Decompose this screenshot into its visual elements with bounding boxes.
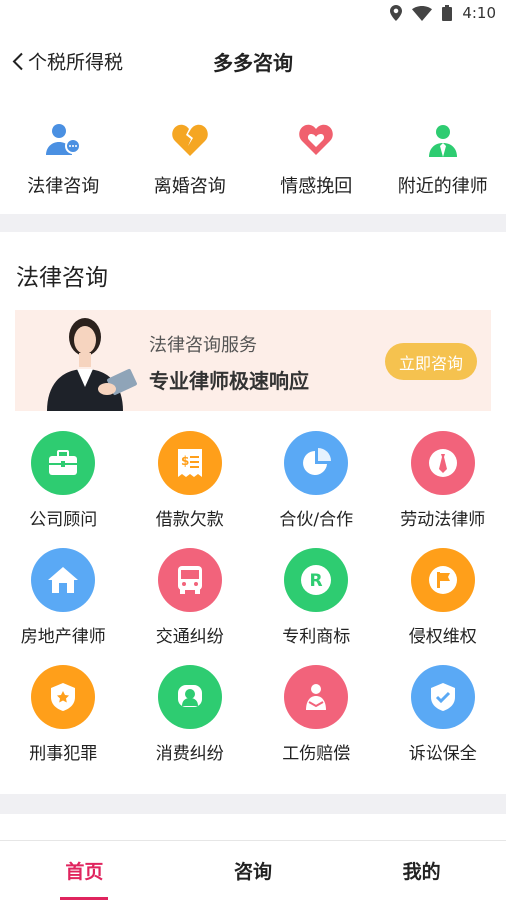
- status-time: 4:10: [462, 4, 496, 22]
- lawyer-person-icon: [421, 118, 465, 162]
- receipt-icon: $: [157, 431, 222, 495]
- service-label: 合伙/合作: [279, 510, 354, 530]
- briefcase-icon: [31, 431, 96, 495]
- service-label: 专利商标: [282, 627, 351, 647]
- service-criminal[interactable]: 刑事犯罪: [0, 665, 127, 782]
- nav-bar: 个税所得税 多多咨询: [0, 26, 506, 96]
- service-loan-debt[interactable]: $ 借款欠款: [127, 431, 254, 548]
- service-consumer[interactable]: 消费纠纷: [127, 665, 254, 782]
- registered-icon: R: [284, 548, 349, 612]
- banner-headline: 专业律师极速响应: [149, 369, 309, 393]
- back-button[interactable]: 个税所得税: [12, 48, 123, 75]
- tab-mine[interactable]: 我的: [337, 841, 506, 900]
- service-company-advisor[interactable]: 公司顾问: [0, 431, 127, 548]
- service-label: 劳动法律师: [400, 510, 486, 530]
- consult-now-button[interactable]: 立即咨询: [385, 343, 477, 380]
- service-label: 房地产律师: [20, 627, 106, 647]
- section-title-legal: 法律咨询: [16, 265, 108, 291]
- section-divider: [0, 214, 506, 232]
- service-litigation-preservation[interactable]: 诉讼保全: [380, 665, 506, 782]
- tab-consult[interactable]: 咨询: [169, 841, 338, 900]
- service-patent-trademark[interactable]: R 专利商标: [253, 548, 380, 665]
- broken-heart-icon: [168, 118, 212, 162]
- chevron-left-icon: [12, 52, 23, 70]
- bus-icon: [157, 548, 222, 612]
- svg-text:$: $: [181, 454, 189, 468]
- service-label: 侵权维权: [408, 627, 477, 647]
- service-labor-lawyer[interactable]: 劳动法律师: [380, 431, 506, 548]
- service-label: 交通纠纷: [155, 627, 224, 647]
- consultant-illustration: [47, 318, 137, 411]
- service-label: 工伤赔偿: [282, 744, 351, 764]
- tab-label: 咨询: [234, 861, 273, 883]
- service-grid: 公司顾问 $ 借款欠款 合伙/合作 劳动法律师 房地产律师 交通纠纷 R 专利商…: [0, 411, 506, 782]
- quick-item-label: 离婚咨询: [153, 176, 226, 197]
- quick-item-label: 法律咨询: [27, 176, 100, 197]
- flag-icon: [410, 548, 475, 612]
- service-work-injury[interactable]: 工伤赔偿: [253, 665, 380, 782]
- consumer-icon: [157, 665, 222, 729]
- banner-subtitle: 法律咨询服务: [149, 335, 257, 356]
- service-infringement[interactable]: 侵权维权: [380, 548, 506, 665]
- police-badge-icon: [31, 665, 96, 729]
- quick-item-nearby-lawyer[interactable]: 附近的律师: [380, 118, 506, 214]
- service-label: 公司顾问: [29, 510, 98, 530]
- house-icon: [31, 548, 96, 612]
- back-label: 个税所得税: [28, 51, 124, 74]
- quick-item-legal[interactable]: 法律咨询: [0, 118, 127, 214]
- bottom-tab-bar: 首页 咨询 我的: [0, 840, 506, 900]
- service-label: 消费纠纷: [155, 744, 224, 764]
- section-divider: [0, 794, 506, 814]
- lawyer-chat-icon: [41, 118, 85, 162]
- wifi-icon: [412, 5, 433, 21]
- consult-banner[interactable]: 法律咨询服务 专业律师极速响应 立即咨询: [15, 310, 491, 411]
- quick-item-label: 情感挽回: [280, 176, 353, 197]
- tab-home[interactable]: 首页: [0, 841, 169, 900]
- svg-text:R: R: [310, 571, 323, 591]
- service-partnership[interactable]: 合伙/合作: [253, 431, 380, 548]
- quick-item-label: 附近的律师: [397, 176, 488, 197]
- tab-label: 我的: [402, 861, 441, 883]
- shield-check-icon: [410, 665, 475, 729]
- service-label: 诉讼保全: [408, 744, 477, 764]
- service-traffic[interactable]: 交通纠纷: [127, 548, 254, 665]
- tab-label: 首页: [65, 861, 104, 883]
- battery-icon: [442, 5, 453, 21]
- service-label: 刑事犯罪: [29, 744, 98, 764]
- service-real-estate[interactable]: 房地产律师: [0, 548, 127, 665]
- service-label: 借款欠款: [155, 510, 224, 530]
- status-bar: 4:10: [0, 0, 506, 26]
- injured-person-icon: [284, 665, 349, 729]
- pie-chart-icon: [284, 431, 349, 495]
- location-icon: [390, 5, 403, 21]
- heart-icon: [294, 118, 338, 162]
- quick-item-emotion[interactable]: 情感挽回: [253, 118, 380, 214]
- quick-item-divorce[interactable]: 离婚咨询: [127, 118, 254, 214]
- quick-entry-row: 法律咨询 离婚咨询 情感挽回 附近的律师: [0, 96, 506, 214]
- tie-icon: [410, 431, 475, 495]
